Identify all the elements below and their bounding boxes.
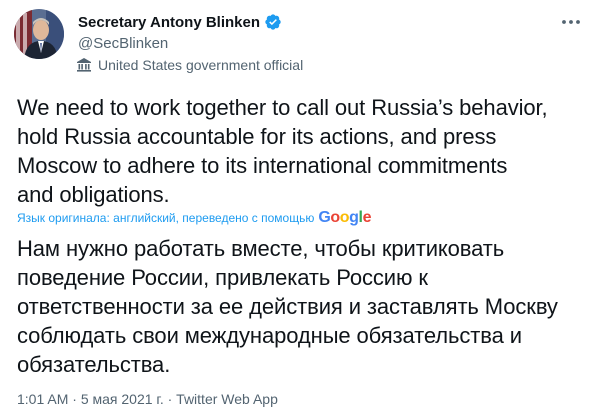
government-building-icon — [76, 57, 92, 73]
tweet-text: We need to work together to call out Rus… — [17, 95, 548, 207]
google-letter: e — [362, 209, 372, 226]
google-letter: o — [339, 209, 350, 226]
government-label-text: United States government official — [98, 57, 304, 73]
verified-badge-icon — [264, 13, 282, 31]
translation-label[interactable]: Язык оригинала: английский, переведено с… — [17, 211, 314, 225]
translated-text: Нам нужно работать вместе, чтобы критико… — [17, 236, 558, 377]
display-name[interactable]: Secretary Antony Blinken — [78, 14, 260, 31]
google-letter: g — [349, 209, 359, 226]
government-label: United States government official — [76, 57, 303, 73]
google-letter: G — [318, 209, 331, 226]
author-block: Secretary Antony Blinken @SecBlinken — [78, 11, 282, 54]
handle[interactable]: @SecBlinken — [78, 34, 282, 54]
tweet-card: Secretary Antony Blinken @SecBlinken Uni… — [0, 0, 599, 419]
name-row: Secretary Antony Blinken — [78, 11, 282, 33]
avatar[interactable] — [14, 9, 64, 59]
avatar-photo — [14, 9, 64, 59]
meta-separator: · — [72, 391, 77, 407]
more-options-icon — [562, 20, 580, 24]
tweet-date[interactable]: 5 мая 2021 г. — [81, 391, 164, 407]
tweet-meta: 1:01 AM · 5 мая 2021 г. · Twitter Web Ap… — [17, 391, 278, 407]
tweet-source[interactable]: Twitter Web App — [176, 391, 278, 407]
meta-separator: · — [167, 391, 173, 407]
google-letter: o — [330, 209, 340, 226]
tweet-time[interactable]: 1:01 AM — [17, 391, 68, 407]
translation-attribution: Язык оригинала: английский, переведено с… — [17, 210, 371, 226]
more-options-button[interactable] — [559, 10, 583, 34]
google-logo: Google — [318, 210, 371, 226]
